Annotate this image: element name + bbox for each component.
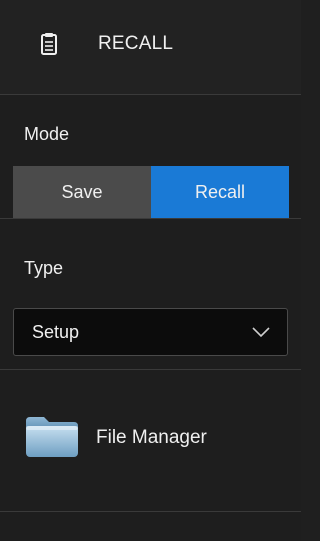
panel-title: RECALL [98, 33, 174, 54]
chevron-down-icon [252, 327, 270, 338]
clipboard-icon [41, 33, 57, 55]
mode-segmented-control: Save Recall [13, 166, 289, 218]
type-label: Type [24, 258, 64, 278]
save-mode-button[interactable]: Save [13, 166, 151, 218]
panel-header: RECALL [0, 0, 301, 95]
file-manager-button[interactable]: File Manager [0, 371, 301, 512]
type-select[interactable]: Setup [13, 308, 288, 356]
file-manager-label: File Manager [96, 427, 207, 448]
mode-section: Mode Save Recall [0, 96, 301, 219]
type-section: Type Setup [0, 220, 301, 370]
recall-panel: RECALL Mode Save Recall Type Setup File … [0, 0, 301, 541]
type-select-value: Setup [32, 322, 80, 342]
mode-label: Mode [24, 124, 70, 144]
recall-mode-button[interactable]: Recall [151, 166, 289, 218]
folder-icon [26, 417, 78, 457]
file-manager-section: File Manager [0, 371, 301, 512]
